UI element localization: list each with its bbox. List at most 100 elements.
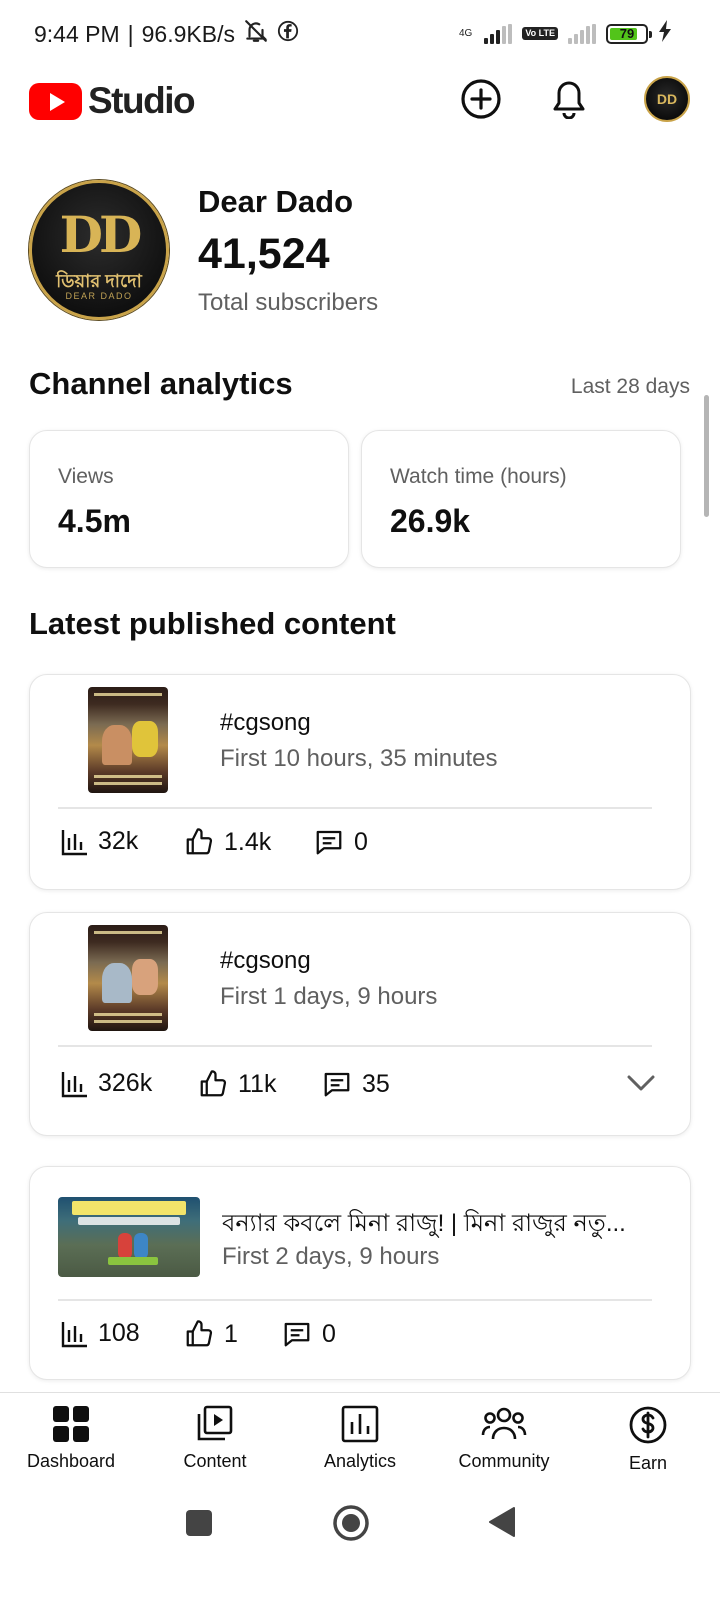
analytics-icon: [341, 1405, 379, 1443]
back-triangle-icon: [489, 1507, 515, 1537]
analytics-title: Channel analytics: [29, 366, 293, 401]
likes-metric: 1.4k: [184, 827, 271, 857]
battery-level: 79: [619, 25, 635, 41]
earn-icon: [629, 1406, 667, 1444]
subscriber-count: 41,524: [198, 230, 330, 278]
nav-label: Content: [183, 1451, 247, 1471]
comment-icon: [284, 1322, 310, 1347]
nav-label: Earn: [628, 1453, 668, 1473]
nav-community[interactable]: Community: [434, 1405, 574, 1472]
channel-avatar[interactable]: DD ডিয়ার দাদো DEAR DADO: [29, 180, 169, 320]
analytics-period: Last 28 days: [570, 375, 690, 398]
comment-icon: [324, 1072, 350, 1097]
video-thumbnail[interactable]: [88, 925, 168, 1031]
home-button[interactable]: [332, 1504, 370, 1547]
views-count: 108: [98, 1319, 140, 1347]
battery-icon: 79: [606, 23, 652, 44]
bar-chart-icon: [61, 829, 87, 855]
expand-button[interactable]: [626, 1073, 656, 1098]
content-icon: [197, 1405, 233, 1441]
network-speed: 96.9KB/s: [141, 20, 235, 47]
video-thumbnail[interactable]: [88, 687, 168, 793]
nav-label: Dashboard: [26, 1451, 116, 1471]
nav-content[interactable]: Content: [145, 1405, 285, 1472]
video-title[interactable]: #cgsong: [220, 947, 660, 975]
bar-chart-icon: [61, 1321, 87, 1347]
comment-icon: [316, 830, 342, 855]
notifications-button[interactable]: [546, 76, 592, 122]
youtube-play-icon: [29, 82, 82, 120]
thumbs-up-icon: [186, 1320, 213, 1347]
add-circle-icon: [461, 79, 501, 119]
bottom-navigation: Dashboard Content Analytics Community Ea…: [0, 1392, 720, 1486]
system-navigation-bar: [0, 1486, 720, 1600]
nav-label: Community: [458, 1451, 550, 1471]
thumbs-up-icon: [200, 1070, 227, 1097]
status-separator: |: [127, 20, 134, 47]
watch-time-value: 26.9k: [390, 503, 471, 539]
comments-count: 0: [354, 827, 368, 856]
bar-chart-icon: [61, 1071, 87, 1097]
card-divider: [58, 1045, 652, 1047]
card-divider: [58, 807, 652, 809]
home-circle-icon: [333, 1505, 369, 1541]
avatar-monogram: DD: [656, 91, 678, 107]
content-card[interactable]: বন্যার কবলে মিনা রাজু! | মিনা রাজুর নতু.…: [29, 1166, 691, 1380]
back-button[interactable]: [488, 1506, 516, 1543]
likes-metric: 11k: [198, 1069, 276, 1099]
comments-metric: 0: [314, 827, 368, 857]
app-header: Studio DD: [0, 70, 720, 130]
mute-notifications-icon: [243, 18, 269, 50]
video-time-window: First 2 days, 9 hours: [222, 1243, 440, 1270]
youtube-studio-logo[interactable]: Studio: [29, 80, 196, 122]
video-time-window: First 10 hours, 35 minutes: [220, 745, 498, 772]
watch-time-card[interactable]: Watch time (hours) 26.9k: [361, 430, 681, 568]
video-thumbnail[interactable]: [58, 1197, 200, 1277]
views-metric: 32k: [60, 827, 138, 856]
subscriber-label: Total subscribers: [198, 289, 379, 316]
dashboard-icon: [53, 1406, 89, 1442]
views-count: 326k: [98, 1069, 153, 1097]
recents-button[interactable]: [186, 1510, 212, 1541]
views-card[interactable]: Views 4.5m: [29, 430, 349, 568]
bell-icon: [553, 81, 585, 119]
video-time-window: First 1 days, 9 hours: [220, 983, 438, 1010]
video-title[interactable]: বন্যার কবলে মিনা রাজু! | মিনা রাজুর নতু.…: [222, 1205, 664, 1245]
volte-badge: Vo LTE: [522, 27, 558, 40]
watch-time-label: Watch time (hours): [390, 465, 567, 488]
likes-count: 11k: [238, 1069, 277, 1098]
network-type: 4G: [458, 27, 473, 39]
create-button[interactable]: [458, 76, 504, 122]
logo-text: Studio: [88, 80, 196, 121]
comments-metric: 0: [282, 1319, 336, 1349]
channel-name: Dear Dado: [198, 184, 354, 219]
community-icon: [481, 1407, 527, 1440]
signal-icon: [484, 23, 513, 44]
likes-metric: 1: [184, 1319, 238, 1349]
content-card[interactable]: #cgsong First 10 hours, 35 minutes 32k 1…: [29, 674, 691, 890]
status-left: 9:44 PM | 96.9KB/s: [34, 18, 299, 50]
nav-dashboard[interactable]: Dashboard: [1, 1405, 141, 1472]
chevron-down-icon: [627, 1075, 655, 1091]
likes-count: 1.4k: [224, 827, 272, 856]
views-metric: 108: [60, 1319, 140, 1348]
video-title[interactable]: #cgsong: [220, 709, 660, 737]
scrollbar[interactable]: [704, 395, 709, 517]
comments-metric: 35: [322, 1069, 390, 1099]
nav-earn[interactable]: Earn: [578, 1405, 718, 1474]
views-value: 4.5m: [58, 503, 131, 539]
avatar-logo-monogram: DD: [59, 205, 143, 264]
account-avatar[interactable]: DD: [644, 76, 690, 122]
avatar-english-name: DEAR DADO: [65, 291, 133, 301]
latest-content-title: Latest published content: [29, 606, 396, 641]
status-right: 4G Vo LTE 79: [459, 20, 672, 47]
charging-icon: [658, 20, 672, 47]
comments-count: 0: [322, 1319, 336, 1348]
nav-analytics[interactable]: Analytics: [290, 1405, 430, 1472]
card-divider: [58, 1299, 652, 1301]
likes-count: 1: [224, 1319, 238, 1348]
content-card[interactable]: #cgsong First 1 days, 9 hours 326k 11k 3…: [29, 912, 691, 1136]
signal-icon-2: [568, 23, 596, 44]
views-label: Views: [58, 465, 114, 488]
status-time: 9:44 PM: [34, 20, 120, 47]
